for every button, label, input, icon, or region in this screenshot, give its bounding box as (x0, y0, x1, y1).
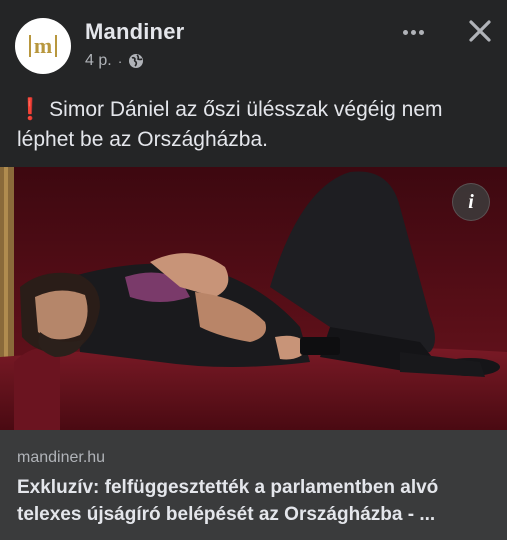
more-options-icon (402, 29, 408, 35)
mandiner-logo: m (28, 35, 58, 57)
post-header: m Mandiner 4 p. · (0, 0, 507, 84)
globe-icon (129, 54, 144, 68)
more-options-button[interactable] (393, 18, 433, 46)
close-icon[interactable] (463, 14, 497, 48)
post-text: ❗ Simor Dániel az őszi ülésszak végéig ne… (17, 95, 497, 155)
info-button[interactable]: i (452, 183, 490, 221)
post-meta: 4 p. · (85, 52, 144, 70)
link-title[interactable]: Exkluzív: felfüggesztették a parlamentbe… (17, 474, 490, 528)
page-avatar[interactable]: m (15, 18, 71, 74)
info-icon: i (468, 190, 474, 213)
link-preview-image[interactable] (0, 167, 507, 430)
page-name[interactable]: Mandiner (85, 19, 184, 45)
post-time[interactable]: 4 p. (85, 52, 112, 70)
link-preview-footer[interactable]: mandiner.hu Exkluzív: felfüggesztették a… (0, 430, 507, 540)
link-domain: mandiner.hu (17, 449, 106, 466)
meta-separator: · (117, 53, 123, 69)
exclamation-icon: ❗ (17, 98, 44, 121)
post-message: Simor Dániel az őszi ülésszak végéig nem… (17, 98, 443, 151)
photo-sleeping-man (0, 167, 507, 430)
